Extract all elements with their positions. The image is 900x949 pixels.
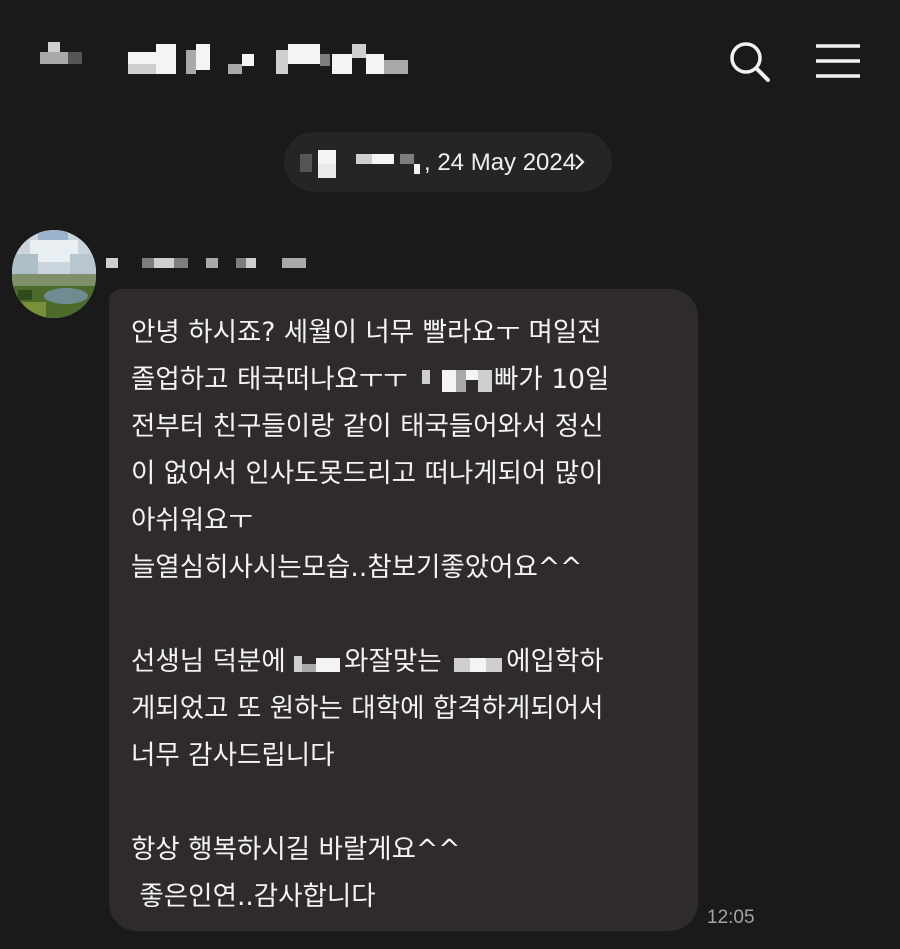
message-timestamp: 12:05 — [707, 907, 755, 928]
avatar-image — [12, 230, 96, 318]
chat-screen: , 24 May 2024 안녕 하시죠? 세월이 너무 빨라요ㅜ 며일전 졸업… — [0, 0, 900, 949]
date-redacted — [300, 148, 420, 180]
message-line: 졸업하고 태국떠나요ㅜㅜ 빠가 10일 — [131, 356, 678, 403]
message-bubble[interactable]: 안녕 하시죠? 세월이 너무 빨라요ㅜ 며일전 졸업하고 태국떠나요ㅜㅜ 빠가 … — [109, 289, 698, 931]
avatar[interactable] — [12, 230, 96, 318]
message-line: 늘열심히사시는모습..참보기좋았어요^^ — [131, 552, 583, 583]
message-text: 빠가 10일 — [494, 364, 610, 395]
redacted-text — [294, 650, 344, 676]
message-line: 너무 감사드립니다 — [131, 740, 335, 771]
search-icon — [730, 42, 770, 82]
chat-header — [0, 0, 900, 120]
hamburger-menu-icon — [816, 44, 860, 78]
date-divider[interactable]: , 24 May 2024 — [284, 132, 612, 192]
sender-name-redacted — [102, 252, 312, 272]
message-line: 항상 행복하시길 바랄게요^^ — [131, 834, 461, 865]
message-line: 좋은인연..감사합니다 — [131, 881, 376, 912]
message-text: 와잘맞는 — [344, 646, 442, 677]
search-button[interactable] — [722, 38, 778, 86]
message-line: 아쉬워요ㅜ — [131, 505, 253, 536]
message-text: 에입학하 — [506, 646, 604, 677]
menu-button[interactable] — [808, 38, 868, 86]
redacted-text — [450, 650, 506, 676]
message-line: 게되었고 또 원하는 대학에 합격하게되어서 — [131, 693, 604, 724]
message-text: 선생님 덕분에 — [131, 646, 286, 677]
date-text: , 24 May 2024 — [424, 149, 577, 176]
message-line: 선생님 덕분에 와잘맞는 에입학하 — [131, 638, 678, 685]
back-button[interactable] — [30, 36, 86, 76]
message-line: 전부터 친구들이랑 같이 태국들어와서 정신 — [131, 411, 604, 442]
message-text: 졸업하고 태국떠나요ㅜㅜ — [131, 364, 408, 395]
message-line: 안녕 하시죠? 세월이 너무 빨라요ㅜ 며일전 — [131, 317, 602, 348]
redacted-text — [416, 368, 494, 394]
chevron-right-icon — [571, 150, 589, 174]
chat-title-redacted — [128, 36, 428, 82]
message-line: 이 없어서 인사도못드리고 떠나게되어 많이 — [131, 458, 604, 489]
